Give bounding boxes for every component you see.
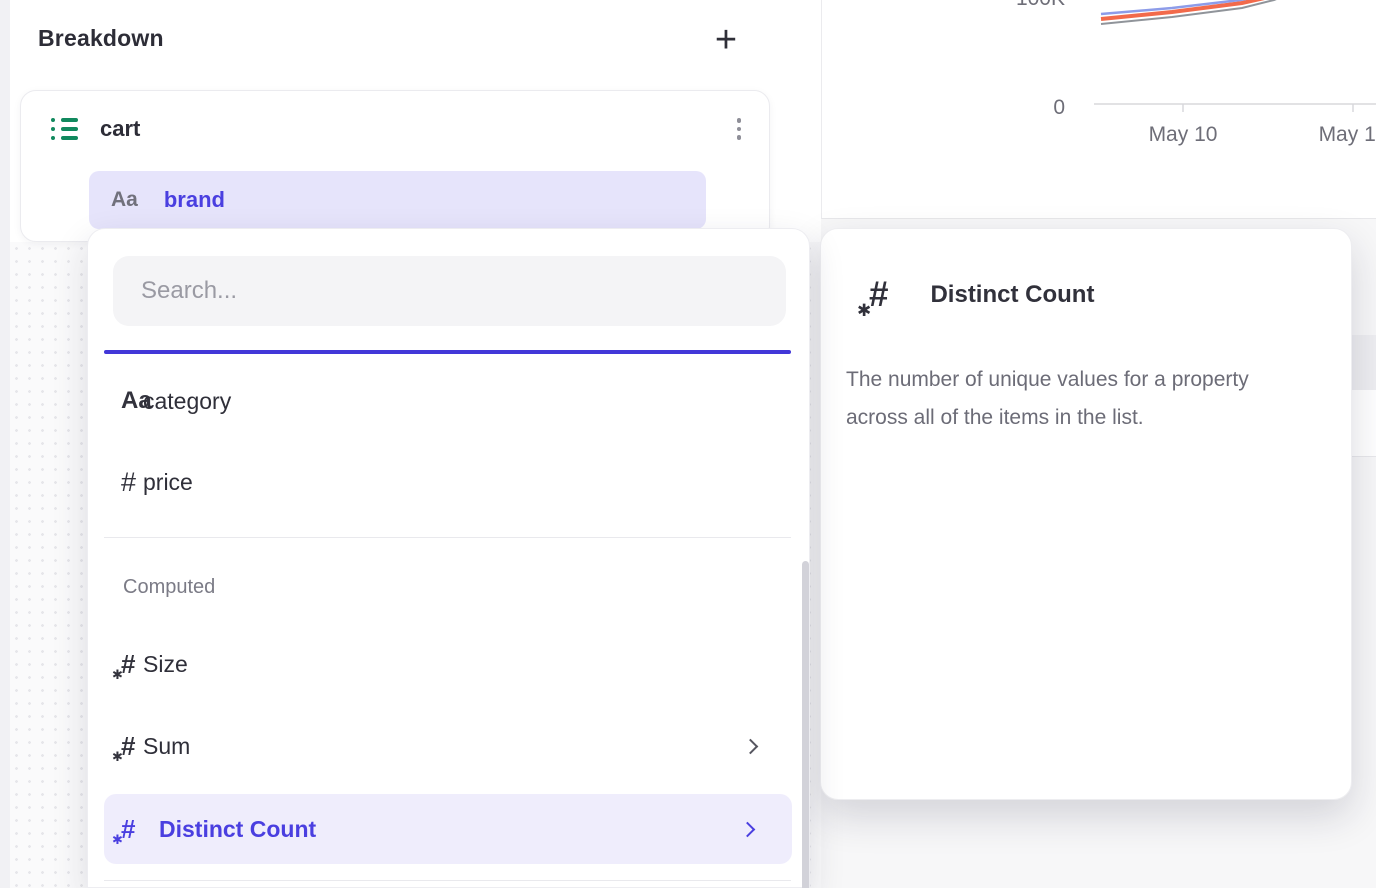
active-tab-indicator (104, 350, 791, 354)
dropdown-divider (104, 880, 791, 881)
list-icon (51, 118, 78, 140)
plus-icon: + (715, 19, 737, 62)
distinct-count-popover: ✱# Distinct Count The number of unique v… (820, 228, 1352, 800)
cart-row[interactable]: cart (51, 107, 747, 151)
popover-description: The number of unique values for a proper… (846, 361, 1306, 437)
property-option-category[interactable]: Aa category (88, 376, 811, 426)
dropdown-divider (104, 537, 791, 538)
chevron-right-icon (743, 738, 759, 754)
dropdown-scrollbar[interactable] (802, 561, 809, 888)
computed-option-size[interactable]: ✱# Size (88, 639, 811, 689)
computed-section-label: Computed (123, 576, 215, 599)
computed-option-label: Sum (143, 733, 190, 760)
property-option-label: price (143, 469, 193, 496)
breakdown-section-title: Breakdown (38, 25, 164, 52)
x-axis-tick-may10: May 10 (1128, 123, 1238, 147)
breakdown-source-label: cart (100, 116, 140, 142)
computed-option-label: Size (143, 651, 188, 678)
card-menu-button[interactable] (731, 112, 748, 146)
y-axis-tick-0: 0 (972, 96, 1065, 120)
text-property-icon: Aa (111, 188, 138, 212)
computed-option-sum[interactable]: ✱# Sum (88, 721, 811, 771)
property-select-dropdown: Aa category # price Computed ✱# Size ✱# … (87, 228, 810, 888)
computed-number-icon: ✱# (121, 733, 135, 759)
number-property-icon: # (121, 469, 136, 496)
selected-property-label: brand (164, 187, 225, 213)
chevron-right-icon (740, 821, 756, 837)
breakdown-card: cart Aa brand (20, 90, 770, 242)
popover-title: Distinct Count (930, 281, 1094, 309)
computed-number-icon: ✱# (121, 816, 135, 842)
computed-number-icon: ✱# (121, 651, 135, 677)
computed-option-distinct-count[interactable]: ✱# Distinct Count (104, 794, 792, 864)
selected-property-pill[interactable]: Aa brand (89, 171, 706, 229)
property-option-label: category (143, 388, 231, 415)
ellipsis-icon (737, 118, 742, 123)
computed-number-icon: ✱# (869, 277, 888, 312)
add-breakdown-button[interactable]: + (704, 18, 748, 62)
property-option-price[interactable]: # price (88, 457, 811, 507)
y-axis-tick-100k: 100K (972, 0, 1065, 11)
x-axis-tick-may12: May 12 (1298, 123, 1376, 147)
chart-panel: 100K 0 May 10 May 12 (821, 0, 1376, 219)
computed-option-label: Distinct Count (159, 816, 316, 843)
line-chart (822, 0, 1376, 219)
search-box (113, 256, 786, 326)
search-input[interactable] (113, 256, 786, 326)
popover-header: ✱# Distinct Count (857, 277, 1094, 312)
